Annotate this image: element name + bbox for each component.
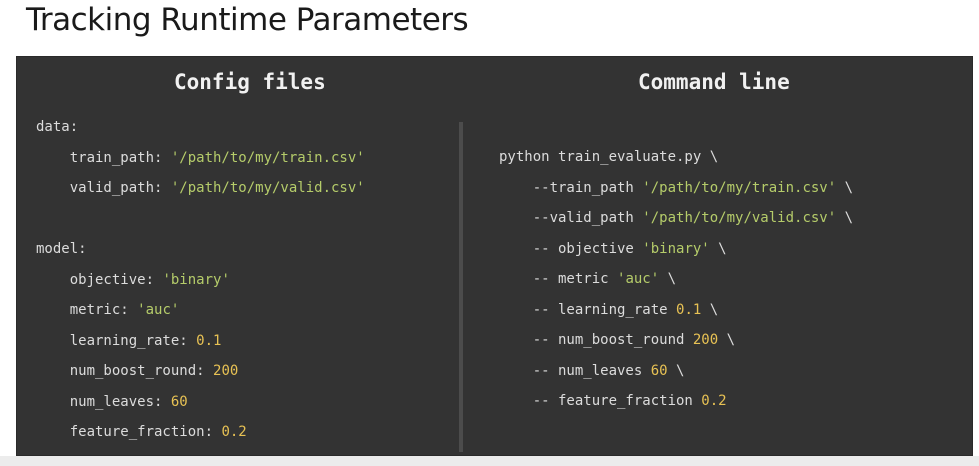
cli-line: -- num_leaves 60 \ (499, 356, 853, 387)
cli-line: --train_path '/path/to/my/train.csv' \ (499, 173, 853, 204)
cli-line: python train_evaluate.py \ (499, 142, 853, 173)
string-literal: 'auc' (137, 302, 180, 318)
code-text: --train_path (499, 179, 643, 196)
code-text: num_boost_round: (36, 363, 214, 379)
code-text: learning_rate: (36, 332, 197, 349)
code-text: feature_fraction: (36, 424, 222, 440)
code-text: -- objective (499, 240, 643, 257)
code-text: -- num_leaves (499, 362, 651, 379)
config-line: metric: 'auc' (36, 295, 365, 326)
code-text: -- metric (499, 271, 618, 287)
number-literal: 0.1 (196, 332, 222, 349)
code-text: data: (36, 119, 79, 135)
number-literal: 0.2 (701, 393, 727, 409)
code-text: -- num_boost_round (499, 332, 693, 348)
code-text: \ (718, 332, 736, 348)
string-literal: 'binary' (642, 240, 710, 257)
number-literal: 60 (170, 393, 188, 410)
string-literal: '/path/to/my/train.csv' (642, 179, 837, 196)
code-text: -- feature_fraction (499, 393, 702, 409)
config-line: num_leaves: 60 (36, 387, 365, 418)
string-literal: 'binary' (162, 271, 230, 288)
config-line: train_path: '/path/to/my/train.csv' (36, 143, 365, 174)
config-line: model: (36, 234, 365, 265)
number-literal: 0.2 (221, 424, 247, 440)
number-literal: 200 (213, 363, 239, 379)
cli-line: -- num_boost_round 200 \ (499, 325, 853, 356)
cli-line: -- objective 'binary' \ (499, 234, 853, 265)
string-literal: '/path/to/my/valid.csv' (642, 210, 837, 226)
config-line: objective: 'binary' (36, 265, 365, 296)
code-text: valid_path: (36, 180, 171, 196)
code-text: metric: (36, 302, 138, 318)
cli-line: -- feature_fraction 0.2 (499, 386, 853, 417)
cli-line: -- learning_rate 0.1 \ (499, 295, 853, 326)
code-text: \ (701, 301, 719, 318)
cli-line: --valid_path '/path/to/my/valid.csv' \ (499, 203, 853, 234)
cli-line: -- metric 'auc' \ (499, 264, 853, 295)
config-line: num_boost_round: 200 (36, 356, 365, 387)
number-literal: 60 (650, 362, 668, 379)
code-text: -- learning_rate (499, 301, 677, 318)
command-line-heading: Command line (638, 70, 790, 94)
code-text: train_path: (36, 149, 171, 166)
string-literal: '/path/to/my/train.csv' (170, 149, 365, 166)
slide-title: Tracking Runtime Parameters (26, 2, 469, 38)
code-comparison-panel: Config files Command line data: train_pa… (16, 56, 973, 456)
config-code-block: data: train_path: '/path/to/my/train.csv… (36, 112, 365, 448)
code-text: --valid_path (499, 210, 643, 226)
code-text: \ (667, 362, 685, 379)
config-line: data: (36, 112, 365, 143)
config-line (36, 204, 365, 235)
code-text: \ (659, 271, 677, 287)
number-literal: 200 (692, 332, 719, 348)
code-text: python train_evaluate.py \ (499, 149, 719, 165)
config-line: learning_rate: 0.1 (36, 326, 365, 357)
string-literal: '/path/to/my/valid.csv' (170, 180, 365, 196)
config-line: feature_fraction: 0.2 (36, 417, 365, 448)
bottom-bar (0, 456, 979, 466)
string-literal: 'auc' (617, 271, 660, 287)
code-text: model: (36, 241, 87, 257)
column-divider (459, 122, 463, 452)
cli-code-block: python train_evaluate.py \ --train_path … (499, 142, 853, 417)
code-text: \ (836, 179, 854, 196)
code-text: \ (709, 240, 727, 257)
code-text: objective: (36, 271, 163, 288)
number-literal: 0.1 (676, 301, 702, 318)
config-line: valid_path: '/path/to/my/valid.csv' (36, 173, 365, 204)
config-files-heading: Config files (174, 70, 326, 94)
code-text: \ (836, 210, 854, 226)
code-text: num_leaves: (36, 393, 171, 410)
